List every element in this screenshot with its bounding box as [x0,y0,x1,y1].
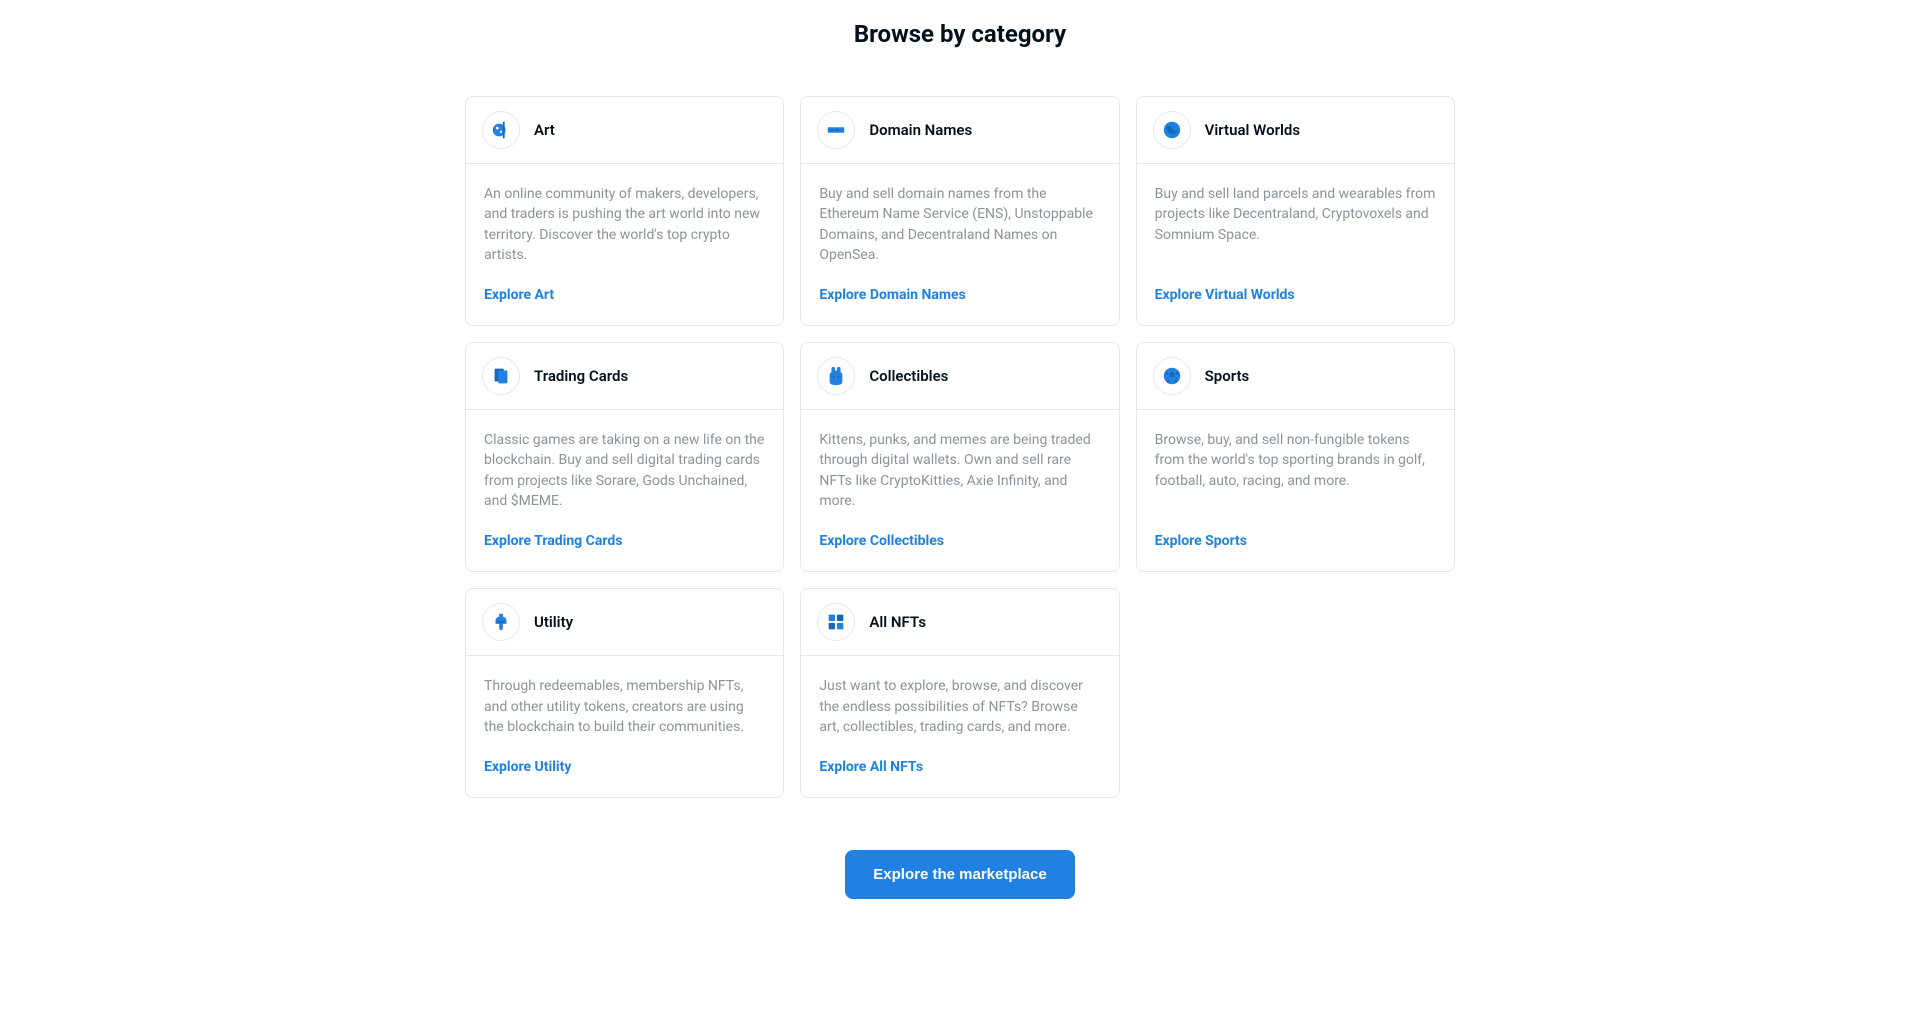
card-header: Trading Cards [466,343,783,410]
card-title: All NFTs [869,613,926,631]
all-nfts-icon [817,603,855,641]
utility-icon [482,603,520,641]
category-grid: Art An online community of makers, devel… [465,96,1455,798]
card-description: Just want to explore, browse, and discov… [819,676,1100,737]
explore-collectibles-link[interactable]: Explore Collectibles [819,533,1100,549]
cards-icon [482,357,520,395]
category-card-collectibles[interactable]: Collectibles Kittens, punks, and memes a… [800,342,1119,572]
card-description: Buy and sell domain names from the Ether… [819,184,1100,265]
category-card-art[interactable]: Art An online community of makers, devel… [465,96,784,326]
globe-icon [1153,111,1191,149]
explore-art-link[interactable]: Explore Art [484,287,765,303]
category-card-utility[interactable]: Utility Through redeemables, membership … [465,588,784,798]
card-header: Domain Names [801,97,1118,164]
card-header: Art [466,97,783,164]
explore-domain-names-link[interactable]: Explore Domain Names [819,287,1100,303]
card-header: Collectibles [801,343,1118,410]
card-description: Buy and sell land parcels and wearables … [1155,184,1436,265]
sports-icon [1153,357,1191,395]
category-card-trading-cards[interactable]: Trading Cards Classic games are taking o… [465,342,784,572]
card-title: Utility [534,613,573,631]
explore-utility-link[interactable]: Explore Utility [484,759,765,775]
art-icon [482,111,520,149]
category-card-all-nfts[interactable]: All NFTs Just want to explore, browse, a… [800,588,1119,798]
card-title: Art [534,121,555,139]
card-header: Utility [466,589,783,656]
explore-all-nfts-link[interactable]: Explore All NFTs [819,759,1100,775]
card-title: Collectibles [869,367,948,385]
card-description: Browse, buy, and sell non-fungible token… [1155,430,1436,511]
collectibles-icon [817,357,855,395]
explore-marketplace-button[interactable]: Explore the marketplace [845,850,1074,899]
card-description: Kittens, punks, and memes are being trad… [819,430,1100,511]
card-title: Virtual Worlds [1205,121,1300,139]
card-header: Sports [1137,343,1454,410]
card-description: Through redeemables, membership NFTs, an… [484,676,765,737]
card-description: An online community of makers, developer… [484,184,765,265]
card-description: Classic games are taking on a new life o… [484,430,765,511]
category-card-virtual-worlds[interactable]: Virtual Worlds Buy and sell land parcels… [1136,96,1455,326]
explore-sports-link[interactable]: Explore Sports [1155,533,1436,549]
card-header: All NFTs [801,589,1118,656]
explore-trading-cards-link[interactable]: Explore Trading Cards [484,533,765,549]
card-title: Domain Names [869,121,972,139]
page-title: Browse by category [465,20,1455,48]
card-title: Sports [1205,367,1250,385]
explore-virtual-worlds-link[interactable]: Explore Virtual Worlds [1155,287,1436,303]
card-header: Virtual Worlds [1137,97,1454,164]
card-title: Trading Cards [534,367,628,385]
category-card-domain-names[interactable]: Domain Names Buy and sell domain names f… [800,96,1119,326]
category-card-sports[interactable]: Sports Browse, buy, and sell non-fungibl… [1136,342,1455,572]
domain-icon [817,111,855,149]
